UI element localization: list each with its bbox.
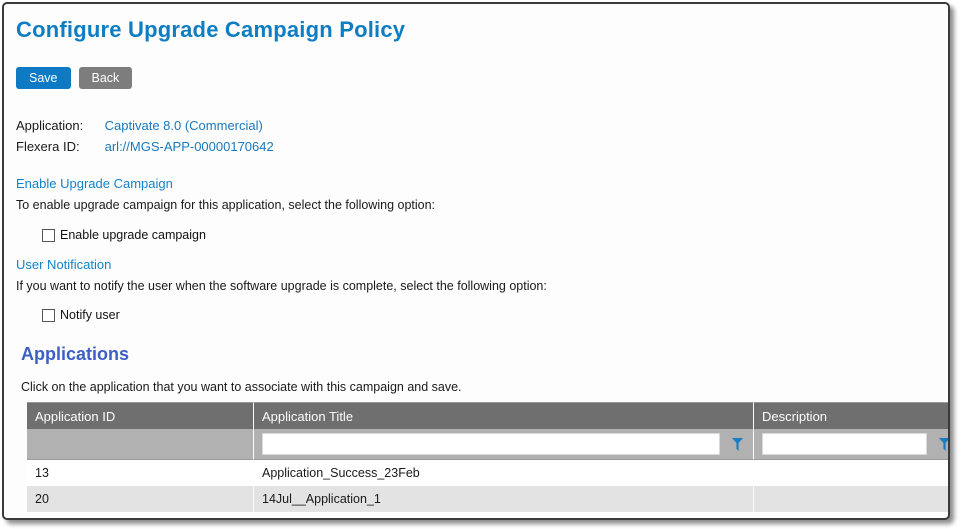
- notify-user-checkbox[interactable]: [42, 309, 55, 322]
- flexera-id-label: Flexera ID:: [16, 136, 101, 157]
- column-header-application-id[interactable]: Application ID: [27, 402, 254, 429]
- applications-description: Click on the application that you want t…: [21, 380, 938, 394]
- filter-cell-application-id: [27, 429, 254, 460]
- table-filter-row: [27, 429, 950, 460]
- user-notification-heading: User Notification: [16, 257, 938, 272]
- enable-upgrade-campaign-option: Enable upgrade campaign: [42, 228, 938, 242]
- application-label: Application:: [16, 115, 101, 136]
- column-header-application-title[interactable]: Application Title: [254, 402, 754, 429]
- cell-description[interactable]: [754, 460, 950, 486]
- flexera-id-link[interactable]: arl://MGS-APP-00000170642: [105, 139, 274, 154]
- cell-application-id[interactable]: 13: [27, 460, 254, 486]
- application-row: Application: Captivate 8.0 (Commercial): [16, 115, 938, 136]
- description-filter-input[interactable]: [762, 433, 927, 455]
- page-title: Configure Upgrade Campaign Policy: [16, 17, 938, 43]
- cell-application-id[interactable]: 20: [27, 486, 254, 512]
- table-header-row: Application ID Application Title Descrip…: [27, 402, 950, 429]
- filter-cell-description: [754, 429, 950, 460]
- notify-user-checkbox-label: Notify user: [60, 308, 120, 322]
- application-title-filter-funnel-icon[interactable]: [732, 438, 743, 451]
- column-header-description[interactable]: Description: [754, 402, 950, 429]
- cell-application-title[interactable]: 14Jul__Application_1: [254, 486, 754, 512]
- enable-upgrade-campaign-checkbox-label: Enable upgrade campaign: [60, 228, 206, 242]
- filter-cell-application-title: [254, 429, 754, 460]
- table-row[interactable]: 20 14Jul__Application_1: [27, 486, 950, 512]
- description-filter-funnel-icon[interactable]: [939, 438, 950, 451]
- back-button[interactable]: Back: [79, 67, 133, 89]
- flexera-id-row: Flexera ID: arl://MGS-APP-00000170642: [16, 136, 938, 157]
- enable-upgrade-campaign-description: To enable upgrade campaign for this appl…: [16, 198, 938, 212]
- cell-application-title[interactable]: Application_Success_23Feb: [254, 460, 754, 486]
- table-row[interactable]: 13 Application_Success_23Feb: [27, 460, 950, 486]
- notify-user-option: Notify user: [42, 308, 938, 322]
- cell-description[interactable]: [754, 486, 950, 512]
- configure-upgrade-campaign-window: Configure Upgrade Campaign Policy Save B…: [2, 2, 950, 520]
- enable-upgrade-campaign-heading: Enable Upgrade Campaign: [16, 176, 938, 191]
- save-button[interactable]: Save: [16, 67, 71, 89]
- applications-heading: Applications: [21, 344, 938, 365]
- applications-table: Application ID Application Title Descrip…: [27, 402, 950, 512]
- application-title-filter-input[interactable]: [262, 433, 720, 455]
- toolbar: Save Back: [16, 67, 938, 89]
- user-notification-description: If you want to notify the user when the …: [16, 279, 938, 293]
- application-link[interactable]: Captivate 8.0 (Commercial): [105, 118, 263, 133]
- enable-upgrade-campaign-checkbox[interactable]: [42, 229, 55, 242]
- application-info: Application: Captivate 8.0 (Commercial) …: [16, 115, 938, 157]
